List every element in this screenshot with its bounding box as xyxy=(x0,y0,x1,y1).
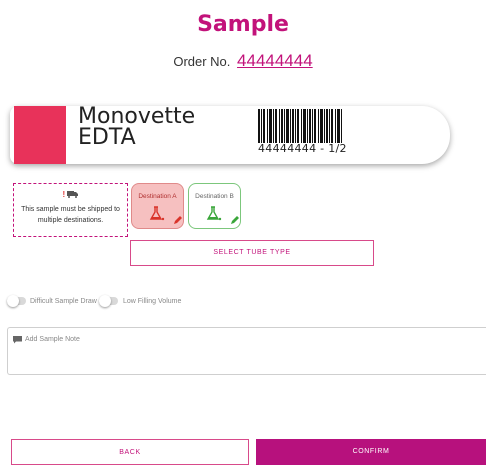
order-label: Order No. xyxy=(173,54,231,69)
barcode-text: 44444444 - 1/2 xyxy=(258,142,347,155)
tube-color-swatch xyxy=(14,106,66,164)
difficult-sample-draw-label: Difficult Sample Draw xyxy=(30,298,97,305)
pencil-icon[interactable] xyxy=(230,215,240,225)
destination-b-card[interactable]: Destination B xyxy=(188,183,241,229)
multi-destination-notice: ! This sample must be shipped to multipl… xyxy=(13,183,128,237)
flask-icon xyxy=(149,206,165,221)
back-button[interactable]: BACK xyxy=(11,439,249,465)
exclamation-icon: ! xyxy=(62,190,66,199)
destination-a-card[interactable]: Destination A xyxy=(131,183,184,229)
notice-text: This sample must be shipped to multiple … xyxy=(21,206,120,224)
difficult-sample-draw-toggle[interactable] xyxy=(7,295,26,307)
destination-label: Destination B xyxy=(195,193,234,200)
order-number-link[interactable]: 44444444 xyxy=(237,51,313,70)
barcode-icon xyxy=(258,109,342,143)
low-filling-volume-label: Low Filling Volume xyxy=(123,298,182,305)
truck-icon xyxy=(67,191,79,199)
page-title: Sample xyxy=(197,12,289,37)
toggle-knob xyxy=(99,295,111,307)
flask-icon xyxy=(206,206,222,221)
sample-note-placeholder: Add Sample Note xyxy=(25,336,80,343)
destination-label: Destination A xyxy=(138,193,177,200)
pencil-icon[interactable] xyxy=(173,215,183,225)
toggle-knob xyxy=(7,295,19,307)
tube-card xyxy=(10,106,450,164)
sample-note-input[interactable] xyxy=(7,327,486,375)
order-number-row: Order No. 44444444 xyxy=(0,51,486,71)
confirm-button[interactable]: CONFIRM xyxy=(256,439,486,465)
tube-name-line2: EDTA xyxy=(78,125,136,150)
tube-name-line1: Monovette xyxy=(78,104,196,129)
tube-name: Monovette EDTA xyxy=(78,104,196,150)
comment-icon xyxy=(13,336,22,344)
select-tube-type-button[interactable]: SELECT TUBE TYPE xyxy=(130,240,374,266)
low-filling-volume-toggle[interactable] xyxy=(99,295,118,307)
